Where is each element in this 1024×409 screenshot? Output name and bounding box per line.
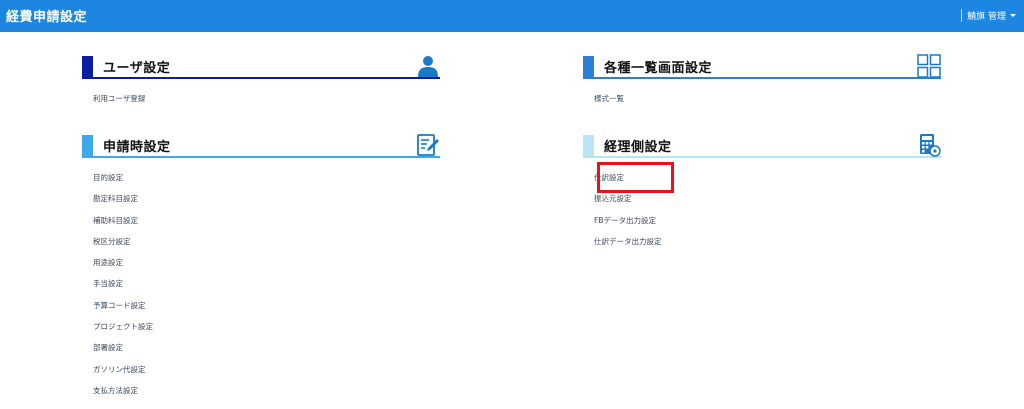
section-title: 申請時設定 bbox=[103, 140, 171, 155]
link-user-registration[interactable]: 利用ユーザ登録 bbox=[93, 94, 145, 103]
link-item[interactable]: 補助科目設定 bbox=[82, 210, 440, 231]
link-item[interactable]: プロジェクト設定 bbox=[82, 316, 440, 337]
link-department-settings[interactable]: 部署設定 bbox=[93, 343, 123, 352]
section-accent-bar bbox=[583, 135, 594, 156]
link-item[interactable]: FBデータ出力設定 bbox=[583, 210, 941, 231]
section-title: ユーザ設定 bbox=[103, 61, 171, 76]
link-transfer-source-settings[interactable]: 振込元設定 bbox=[594, 194, 632, 203]
link-fb-data-output-settings[interactable]: FBデータ出力設定 bbox=[594, 216, 656, 225]
link-item[interactable]: 勘定科目設定 bbox=[82, 188, 440, 209]
link-item[interactable]: 支払方法設定 bbox=[82, 380, 440, 401]
section-application-settings: 申請時設定 目的設定 勘定科目設定 補助科目設定 税区分設定 用途設定 手当設定… bbox=[82, 134, 440, 401]
calculator-icon bbox=[920, 134, 941, 157]
section-header: ユーザ設定 bbox=[82, 56, 440, 80]
link-form-list[interactable]: 様式一覧 bbox=[594, 94, 624, 103]
link-item[interactable]: 用途設定 bbox=[82, 252, 440, 273]
user-icon bbox=[418, 56, 438, 77]
link-item[interactable]: 予算コード設定 bbox=[82, 295, 440, 316]
section-list-screen-settings: 各種一覧画面設定 様式一覧 bbox=[583, 54, 941, 109]
link-item[interactable]: 部署設定 bbox=[82, 337, 440, 358]
edit-document-icon bbox=[417, 134, 439, 156]
link-item[interactable]: 手当設定 bbox=[82, 273, 440, 294]
link-journal-data-output-settings[interactable]: 仕訳データ出力設定 bbox=[594, 237, 662, 246]
section-rule bbox=[583, 156, 941, 158]
link-gasoline-settings[interactable]: ガソリン代設定 bbox=[93, 365, 146, 374]
link-item[interactable]: 税区分設定 bbox=[82, 231, 440, 252]
section-title: 経理側設定 bbox=[604, 140, 672, 155]
chevron-down-icon bbox=[1010, 14, 1016, 17]
link-item[interactable]: 利用ユーザ登録 bbox=[82, 88, 440, 109]
section-rule bbox=[82, 156, 440, 158]
section-header: 経理側設定 bbox=[583, 134, 941, 159]
link-tax-category-settings[interactable]: 税区分設定 bbox=[93, 237, 131, 246]
link-item[interactable]: 目的設定 bbox=[82, 167, 440, 188]
user-menu[interactable]: 鯖旗 管理 bbox=[961, 9, 1016, 22]
highlight-box bbox=[597, 162, 674, 193]
link-list: 様式一覧 bbox=[583, 88, 941, 109]
link-item[interactable]: ガソリン代設定 bbox=[82, 359, 440, 380]
link-purpose-settings[interactable]: 目的設定 bbox=[93, 173, 123, 182]
section-rule bbox=[82, 77, 440, 79]
link-budget-code-settings[interactable]: 予算コード設定 bbox=[93, 301, 146, 310]
grid-icon bbox=[917, 54, 941, 78]
section-accent-bar bbox=[82, 135, 93, 156]
link-sub-account-settings[interactable]: 補助科目設定 bbox=[93, 216, 138, 225]
section-title: 各種一覧画面設定 bbox=[604, 61, 713, 76]
link-usage-settings[interactable]: 用途設定 bbox=[93, 258, 123, 267]
user-menu-label: 鯖旗 管理 bbox=[967, 12, 1006, 22]
section-accent-bar bbox=[82, 56, 93, 77]
link-payment-method-settings[interactable]: 支払方法設定 bbox=[93, 386, 138, 395]
link-list: 利用ユーザ登録 bbox=[82, 88, 440, 109]
link-allowance-settings[interactable]: 手当設定 bbox=[93, 279, 123, 288]
link-account-settings[interactable]: 勘定科目設定 bbox=[93, 194, 138, 203]
section-header: 各種一覧画面設定 bbox=[583, 54, 941, 80]
app-title[interactable]: 経費申請設定 bbox=[6, 6, 87, 25]
top-navbar: 経費申請設定 鯖旗 管理 bbox=[0, 0, 1024, 32]
section-rule bbox=[583, 77, 941, 79]
section-user-settings: ユーザ設定 利用ユーザ登録 bbox=[82, 56, 440, 109]
link-list: 目的設定 勘定科目設定 補助科目設定 税区分設定 用途設定 手当設定 予算コード… bbox=[82, 167, 440, 401]
link-item[interactable]: 様式一覧 bbox=[583, 88, 941, 109]
link-project-settings[interactable]: プロジェクト設定 bbox=[93, 322, 153, 331]
section-accounting-settings: 経理側設定 仕訳設定 振込元設定 FBデータ出力設定 仕訳データ出力設定 bbox=[583, 134, 941, 252]
section-accent-bar bbox=[583, 56, 594, 77]
section-header: 申請時設定 bbox=[82, 134, 440, 159]
link-item[interactable]: 仕訳データ出力設定 bbox=[583, 231, 941, 252]
